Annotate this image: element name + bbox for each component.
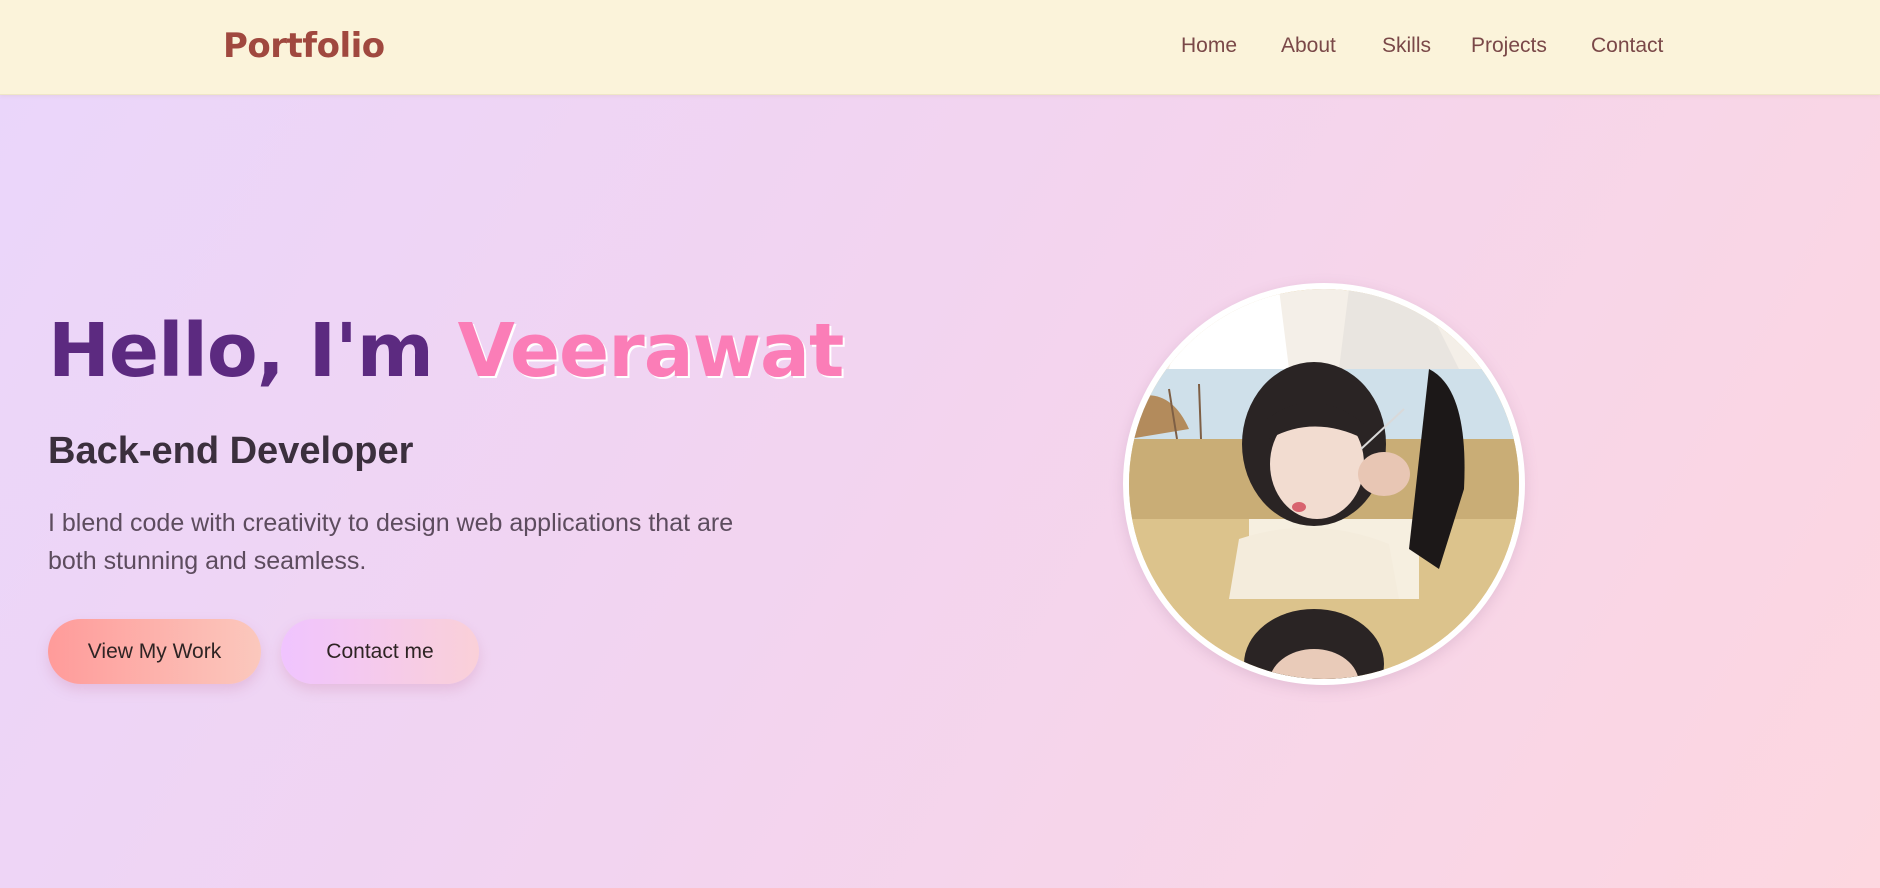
view-my-work-button[interactable]: View My Work (48, 619, 261, 684)
hero-name: Veerawat (457, 308, 845, 394)
nav-link-home[interactable]: Home (1181, 34, 1237, 58)
nav-link-contact[interactable]: Contact (1591, 34, 1663, 58)
nav-link-about[interactable]: About (1281, 34, 1336, 58)
profile-photo (1123, 283, 1525, 685)
hero-description: I blend code with creativity to design w… (48, 509, 734, 575)
nav-link-skills[interactable]: Skills (1382, 34, 1431, 58)
nav-link-projects[interactable]: Projects (1471, 34, 1547, 58)
hero-role: Back-end Developer (48, 430, 414, 472)
hero-title: Hello, I'm Veerawat (48, 308, 845, 394)
profile-photo-illustration (1129, 289, 1519, 679)
nav-links: Home About Skills Projects Contact (0, 34, 1880, 64)
navbar: Portfolio Home About Skills Projects Con… (0, 0, 1880, 95)
hero-greeting: Hello, I'm (48, 308, 434, 394)
contact-me-button[interactable]: Contact me (281, 619, 479, 684)
